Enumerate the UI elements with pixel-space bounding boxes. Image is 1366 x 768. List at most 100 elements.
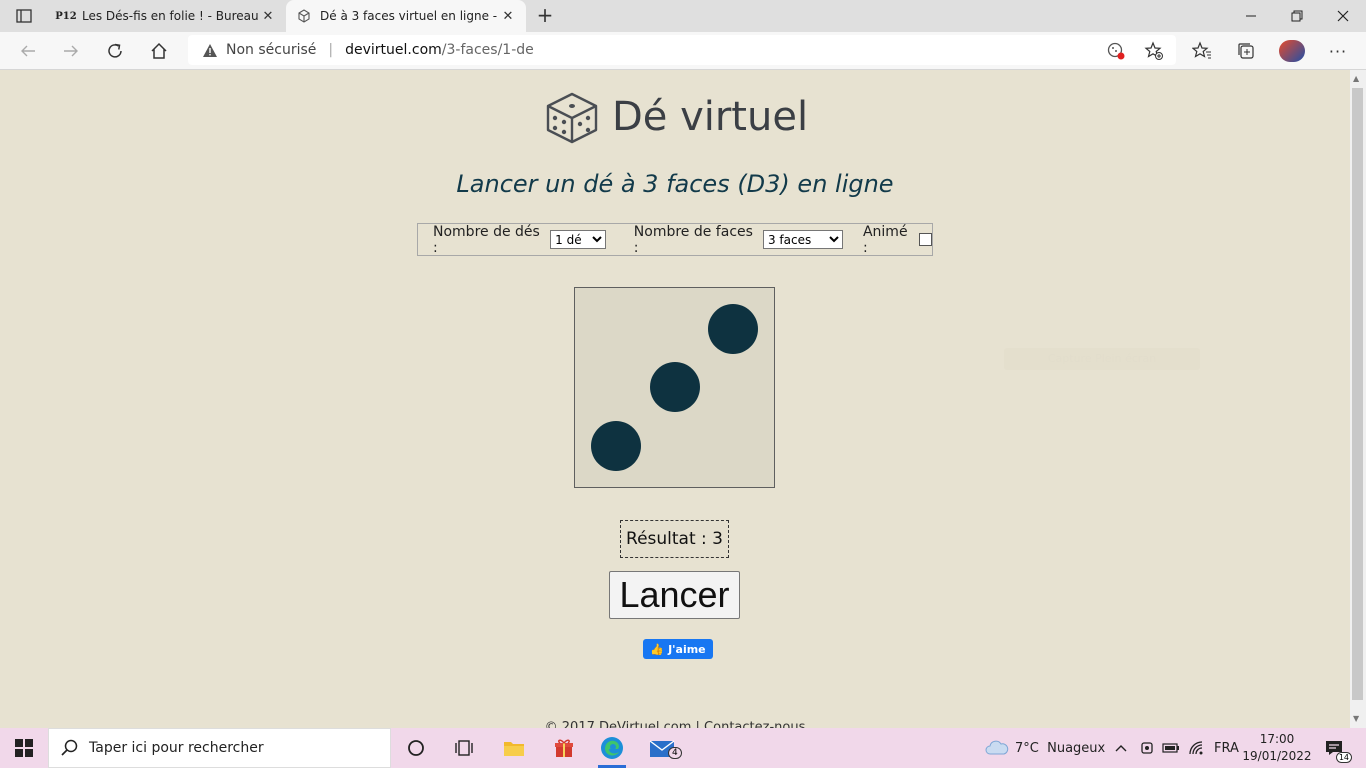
new-tab-button[interactable]: + xyxy=(534,5,556,27)
dice-options-panel: Nombre de dés : 1 dé Nombre de faces : 3… xyxy=(417,223,933,256)
die-pip xyxy=(650,362,700,412)
add-favorite-button[interactable] xyxy=(1139,36,1169,66)
animated-label: Animé : xyxy=(862,223,908,256)
language-indicator[interactable]: FRA xyxy=(1214,728,1239,768)
scroll-up-icon[interactable]: ▲ xyxy=(1353,74,1359,83)
site-header: Dé virtuel xyxy=(0,88,1350,146)
cortana-button[interactable] xyxy=(392,728,440,768)
tab-bar: P12 Les Dés-fis en folie ! - Bureau de ✕… xyxy=(0,0,1366,32)
page-subtitle: Lancer un dé à 3 faces (D3) en ligne xyxy=(456,170,894,198)
home-button[interactable] xyxy=(144,36,174,66)
tab-close-icon[interactable]: ✕ xyxy=(500,9,516,24)
notification-center-button[interactable]: 14 xyxy=(1322,736,1352,763)
die-pip xyxy=(708,304,758,354)
search-icon xyxy=(61,739,78,756)
clock-time: 17:00 xyxy=(1259,732,1295,746)
folder-icon xyxy=(504,742,524,756)
meet-now-icon[interactable] xyxy=(1140,728,1154,768)
edge-taskbar-button[interactable] xyxy=(588,728,636,768)
dice-count-select[interactable]: 1 dé xyxy=(550,230,606,249)
minimize-icon xyxy=(1246,15,1256,17)
settings-menu-button[interactable]: ··· xyxy=(1323,36,1353,66)
page-footer: © 2017 DeVirtuel.com | Contactez-nous xyxy=(544,720,806,728)
windows-taskbar: Taper ici pour rechercher 4 7°C Nuageux … xyxy=(0,728,1366,768)
screen-capture-overlay: Capture Plein écran xyxy=(1004,348,1200,370)
start-button[interactable] xyxy=(0,728,48,768)
mail-taskbar-button[interactable]: 4 xyxy=(638,728,686,768)
favorites-icon xyxy=(1192,41,1211,59)
scrollbar-thumb[interactable] xyxy=(1352,88,1363,700)
battery-icon[interactable] xyxy=(1162,728,1180,768)
favorites-button[interactable] xyxy=(1187,36,1217,66)
file-explorer-button[interactable] xyxy=(490,728,538,768)
scroll-down-icon[interactable]: ▼ xyxy=(1353,714,1359,723)
tab-actions-icon xyxy=(16,9,32,23)
tab-active[interactable]: Dé à 3 faces virtuel en ligne - D3 ✕ xyxy=(286,0,526,32)
mail-badge: 4 xyxy=(668,747,682,759)
notification-badge: 14 xyxy=(1335,752,1352,763)
tab-favicon: P12 xyxy=(55,10,77,22)
network-icon[interactable] xyxy=(1188,728,1204,768)
home-icon xyxy=(151,42,167,59)
taskbar-search-box[interactable]: Taper ici pour rechercher xyxy=(48,728,391,768)
page-scrollbar[interactable]: ▲ ▼ xyxy=(1350,70,1366,728)
task-view-icon xyxy=(455,740,473,756)
weather-widget[interactable]: 7°C Nuageux xyxy=(985,728,1105,768)
close-window-button[interactable] xyxy=(1320,0,1366,32)
dice-logo-icon xyxy=(546,92,598,144)
animated-checkbox[interactable] xyxy=(919,233,932,246)
gift-icon xyxy=(555,739,573,757)
close-icon xyxy=(1337,10,1349,22)
chevron-up-icon xyxy=(1115,745,1127,752)
show-hidden-icons-button[interactable] xyxy=(1114,728,1128,768)
task-view-button[interactable] xyxy=(440,728,488,768)
forward-arrow-icon xyxy=(64,45,78,57)
address-bar[interactable]: Non sécurisé | devirtuel.com /3-faces/1-… xyxy=(188,35,1176,65)
weather-text: 7°C Nuageux xyxy=(1015,740,1106,756)
web-page: Dé virtuel Lancer un dé à 3 faces (D3) e… xyxy=(0,70,1350,728)
collections-icon xyxy=(1238,43,1254,59)
restore-button[interactable] xyxy=(1274,0,1320,32)
die-pip xyxy=(591,421,641,471)
forward-button[interactable] xyxy=(56,36,86,66)
faces-select[interactable]: 3 faces xyxy=(762,230,843,249)
clock-date: 19/01/2022 xyxy=(1242,749,1312,763)
warning-icon xyxy=(202,42,218,58)
tab-title: Dé à 3 faces virtuel en ligne - D3 xyxy=(320,9,500,23)
tab-actions-button[interactable] xyxy=(10,6,38,26)
star-add-icon xyxy=(1144,41,1163,60)
restore-icon xyxy=(1291,10,1303,22)
search-placeholder: Taper ici pour rechercher xyxy=(89,740,264,756)
faces-label: Nombre de faces : xyxy=(633,223,753,256)
collections-button[interactable] xyxy=(1231,36,1261,66)
roll-button[interactable]: Lancer xyxy=(609,571,740,619)
tab-inactive[interactable]: P12 Les Dés-fis en folie ! - Bureau de ✕ xyxy=(48,0,286,32)
refresh-icon xyxy=(108,43,122,58)
taskbar-clock[interactable]: 17:00 19/01/2022 xyxy=(1240,731,1314,765)
tracking-prevention-button[interactable] xyxy=(1101,36,1131,66)
tab-close-icon[interactable]: ✕ xyxy=(260,9,276,24)
facebook-like-button[interactable]: 👍 J'aime xyxy=(643,639,713,659)
security-label[interactable]: Non sécurisé xyxy=(226,42,316,58)
cloud-icon xyxy=(985,740,1009,755)
dice-favicon-icon xyxy=(296,8,312,24)
tracking-blocked-icon xyxy=(1107,42,1125,60)
back-arrow-icon xyxy=(21,45,35,57)
refresh-button[interactable] xyxy=(100,36,130,66)
address-separator: | xyxy=(328,42,334,58)
die-face[interactable] xyxy=(574,287,775,488)
cortana-icon xyxy=(408,740,424,756)
site-title: Dé virtuel xyxy=(611,94,809,140)
profile-avatar[interactable] xyxy=(1279,40,1305,62)
edge-icon xyxy=(601,737,623,759)
browser-toolbar: Non sécurisé | devirtuel.com /3-faces/1-… xyxy=(0,32,1366,70)
minimize-button[interactable] xyxy=(1228,0,1274,32)
url-path: /3-faces/1-de xyxy=(441,42,534,58)
thumbs-up-icon: 👍 xyxy=(650,642,665,656)
back-button[interactable] xyxy=(13,36,43,66)
dice-count-label: Nombre de dés : xyxy=(433,223,540,256)
more-icon: ··· xyxy=(1328,41,1348,61)
like-label: J'aime xyxy=(668,642,706,656)
result-display: Résultat : 3 xyxy=(620,520,729,558)
gift-app-button[interactable] xyxy=(540,728,588,768)
